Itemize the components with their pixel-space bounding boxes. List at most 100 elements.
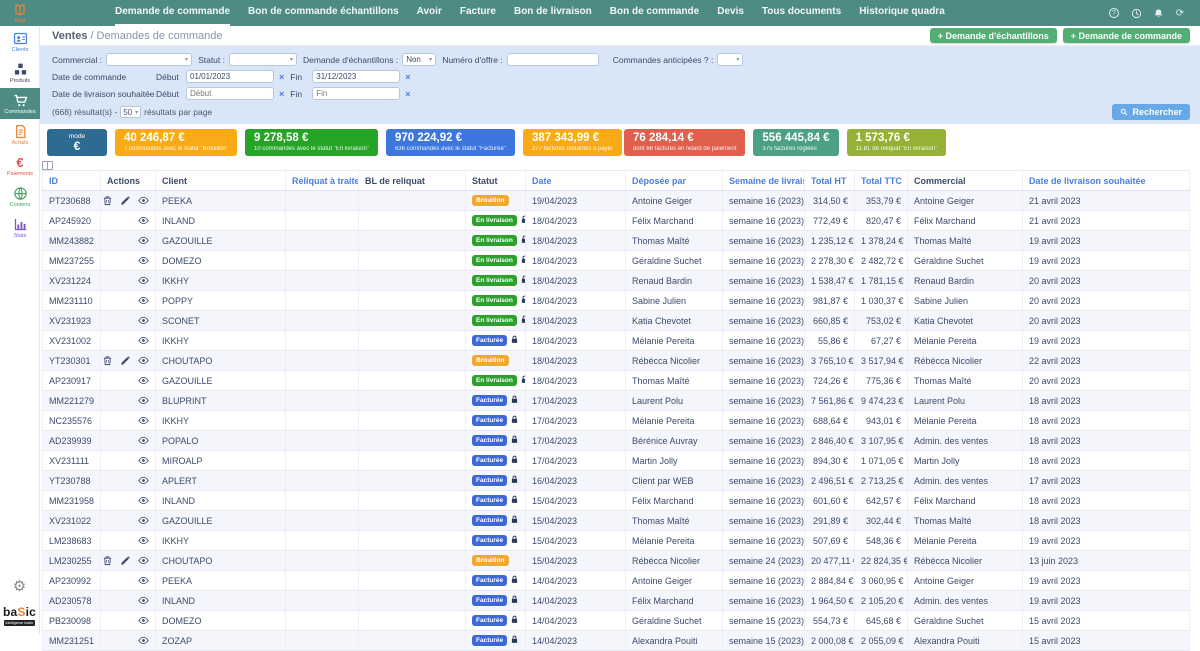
cell-date: 18/04/2023 [526, 271, 626, 291]
date-commande-end-input[interactable] [312, 70, 400, 83]
pencil-icon[interactable] [120, 355, 131, 366]
clear-date-livraison-start-icon[interactable]: × [279, 89, 284, 99]
refresh-icon[interactable]: ⟳ [1174, 7, 1186, 19]
cell-deposee-par: Rébécca Nicolier [626, 351, 723, 371]
eye-icon[interactable] [138, 295, 149, 306]
per-page-select[interactable]: 50▾ [120, 106, 141, 118]
cell-client: POPALO [156, 431, 286, 451]
new-order-request-button[interactable]: + Demande de commande [1063, 28, 1190, 43]
clear-date-commande-end-icon[interactable]: × [405, 72, 410, 82]
trash-icon[interactable] [102, 355, 113, 366]
nav-tab-2[interactable]: Bon de commande échantillons [248, 0, 399, 26]
statut-label: Statut : [198, 55, 225, 65]
eye-icon[interactable] [138, 335, 149, 346]
eye-icon[interactable] [138, 475, 149, 486]
trash-icon[interactable] [102, 555, 113, 566]
column-header-date[interactable]: Date [526, 171, 626, 191]
sidebar: BlogClientsProduitsCommandesAchats€Paiem… [0, 0, 40, 634]
date-livraison-end-input[interactable] [312, 87, 400, 100]
date-livraison-end-label: Fin [290, 89, 308, 99]
eye-icon[interactable] [138, 355, 149, 366]
column-header-date-de-livraison-souhait-e[interactable]: Date de livraison souhaitée [1023, 171, 1190, 191]
cell-semaine-livraison: semaine 15 (2023) [723, 611, 805, 631]
search-icon [1120, 108, 1128, 116]
nav-tab-5[interactable]: Bon de livraison [514, 0, 592, 26]
eye-icon[interactable] [138, 635, 149, 646]
nav-tab-3[interactable]: Avoir [417, 0, 442, 26]
eye-icon[interactable] [138, 375, 149, 386]
cell-actions [101, 531, 156, 551]
sidebar-item-clients[interactable]: Clients [0, 26, 40, 57]
sidebar-item-stats[interactable]: Stats [0, 212, 40, 243]
column-header-semaine-de-livraison[interactable]: Semaine de livraison [723, 171, 805, 191]
commercial-select[interactable]: ▾ [106, 53, 192, 66]
cell-date: 17/04/2023 [526, 431, 626, 451]
eye-icon[interactable] [138, 595, 149, 606]
trash-icon[interactable] [102, 195, 113, 206]
eye-icon[interactable] [138, 195, 149, 206]
eye-icon[interactable] [138, 555, 149, 566]
date-commande-start-input[interactable] [186, 70, 274, 83]
cell-commercial: Mélanie Pereita [908, 331, 1023, 351]
clear-date-livraison-end-icon[interactable]: × [405, 89, 410, 99]
mode-toggle-card[interactable]: mode € [47, 129, 107, 156]
eye-icon[interactable] [138, 255, 149, 266]
column-settings-icon[interactable] [42, 161, 53, 170]
offre-input[interactable] [507, 53, 599, 66]
nav-tab-6[interactable]: Bon de commande [610, 0, 699, 26]
eye-icon[interactable] [138, 315, 149, 326]
nav-tab-4[interactable]: Facture [460, 0, 496, 26]
eye-icon[interactable] [138, 435, 149, 446]
eye-icon[interactable] [138, 455, 149, 466]
sidebar-item-produits[interactable]: Produits [0, 57, 40, 88]
status-badge: Facturée [472, 635, 507, 646]
date-livraison-start-input[interactable] [186, 87, 274, 100]
sidebar-item-blog[interactable]: Blog [0, 0, 40, 26]
nav-tab-8[interactable]: Tous documents [762, 0, 841, 26]
pencil-icon[interactable] [120, 555, 131, 566]
eye-icon[interactable] [138, 515, 149, 526]
anticipees-select[interactable]: ▾ [717, 53, 743, 66]
cell-id: NC235576 [43, 411, 101, 431]
sidebar-item-contenu[interactable]: Contenu [0, 181, 40, 212]
clock-icon[interactable] [1130, 7, 1142, 19]
nav-tab-1[interactable]: Demande de commande [115, 0, 230, 26]
eye-icon[interactable] [138, 615, 149, 626]
cell-total-ttc: 2 482,72 € [855, 251, 908, 271]
help-icon[interactable]: ? [1108, 7, 1120, 19]
status-badge: En livraison [472, 255, 517, 266]
column-header-id[interactable]: ID [43, 171, 101, 191]
cell-client: CHOUTAPO [156, 351, 286, 371]
search-button[interactable]: Rechercher [1112, 104, 1190, 120]
eye-icon[interactable] [138, 235, 149, 246]
echantillons-select[interactable]: Non▾ [402, 53, 436, 66]
bell-icon[interactable] [1152, 7, 1164, 19]
column-header-total-ttc[interactable]: Total TTC [855, 171, 908, 191]
pencil-icon[interactable] [120, 195, 131, 206]
nav-tab-7[interactable]: Devis [717, 0, 744, 26]
cell-semaine-livraison: semaine 16 (2023) [723, 491, 805, 511]
statut-select[interactable]: ▾ [229, 53, 297, 66]
cell-statut: Facturée [466, 391, 526, 411]
cell-semaine-livraison: semaine 16 (2023) [723, 431, 805, 451]
column-header-total-ht[interactable]: Total HT [805, 171, 855, 191]
eye-icon[interactable] [138, 215, 149, 226]
nav-tab-9[interactable]: Historique quadra [859, 0, 945, 26]
new-sample-request-button[interactable]: + Demande d'échantillons [930, 28, 1057, 43]
sidebar-item-paiements[interactable]: €Paiements [0, 150, 40, 181]
eye-icon[interactable] [138, 395, 149, 406]
settings-gear-icon[interactable]: ⚙ [13, 577, 26, 595]
cell-commercial: Félix Marchand [908, 491, 1023, 511]
column-header-d-pos-e-par[interactable]: Déposée par [626, 171, 723, 191]
column-header-reliquat-traiter-[interactable]: Reliquat à traiter ? [286, 171, 359, 191]
sidebar-item-commandes[interactable]: Commandes [0, 88, 40, 119]
sidebar-item-achats[interactable]: Achats [0, 119, 40, 150]
eye-icon[interactable] [138, 495, 149, 506]
eye-icon[interactable] [138, 535, 149, 546]
cell-date-livraison-souhaitee: 21 avril 2023 [1023, 211, 1190, 231]
eye-icon[interactable] [138, 415, 149, 426]
clear-date-commande-start-icon[interactable]: × [279, 72, 284, 82]
cell-reliquat [286, 611, 359, 631]
eye-icon[interactable] [138, 275, 149, 286]
eye-icon[interactable] [138, 575, 149, 586]
